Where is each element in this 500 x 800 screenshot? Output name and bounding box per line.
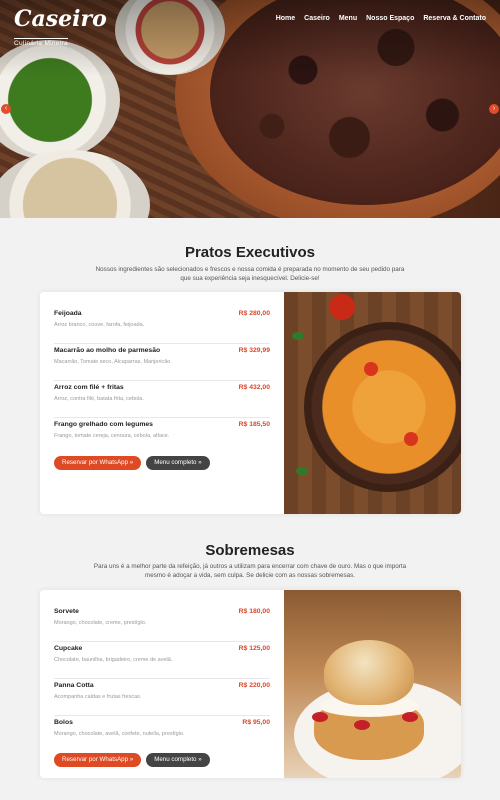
nav-item-nosso-espaco[interactable]: Nosso Espaço xyxy=(366,15,414,22)
menu-item-price: R$ 125,00 xyxy=(238,645,270,652)
sobremesas-menu-list: Sorvete R$ 180,00 Morango, chocolate, cr… xyxy=(54,606,270,754)
menu-item: Panna Cotta R$ 220,00 Acompanha caldas e… xyxy=(54,680,270,716)
strawberry xyxy=(402,712,418,722)
strawberry xyxy=(312,712,328,722)
pratos-card: Feijoada R$ 280,00 Arroz branco, couve, … xyxy=(40,292,461,514)
brand-tagline: Culinária Mineira xyxy=(14,38,68,47)
basil-leaf xyxy=(292,332,304,340)
menu-completo-button[interactable]: Menu completo » xyxy=(146,753,210,767)
menu-item-name: Panna Cotta xyxy=(54,682,94,689)
menu-item-ingredients: Arroz branco, couve, farofa, feijoada. xyxy=(54,322,145,328)
menu-item-price: R$ 329,99 xyxy=(238,347,270,354)
menu-item: Macarrão ao molho de parmesão R$ 329,99 … xyxy=(54,345,270,381)
menu-item: Sorvete R$ 180,00 Morango, chocolate, cr… xyxy=(54,606,270,642)
sobremesas-dessert-image xyxy=(284,590,461,778)
menu-item-price: R$ 220,00 xyxy=(238,682,270,689)
tomato-garnish xyxy=(329,294,355,320)
menu-item-ingredients: Morango, chocolate, avelã, confete, nute… xyxy=(54,731,185,737)
menu-item-price: R$ 280,00 xyxy=(238,310,270,317)
menu-item-ingredients: Chocolate, baunilha, brigadeiro, creme d… xyxy=(54,657,173,663)
strawberry xyxy=(354,720,370,730)
menu-item-price: R$ 185,50 xyxy=(238,421,270,428)
pratos-actions: Reservar por WhatsApp » Menu completo » xyxy=(54,456,210,470)
menu-item: Feijoada R$ 280,00 Arroz branco, couve, … xyxy=(54,308,270,344)
nav-item-caseiro[interactable]: Caseiro xyxy=(304,15,330,22)
pratos-section-title: Pratos Executivos xyxy=(184,244,316,261)
pasta-plate xyxy=(304,322,461,492)
menu-item-ingredients: Arroz, contra filé, batata frita, cebola… xyxy=(54,396,144,402)
nav-item-reserva-contato[interactable]: Reserva & Contato xyxy=(423,15,486,22)
menu-item-ingredients: Morango, chocolate, creme, prestígio. xyxy=(54,620,147,626)
pratos-menu-list: Feijoada R$ 280,00 Arroz branco, couve, … xyxy=(54,308,270,456)
menu-item-name: Cupcake xyxy=(54,645,83,652)
menu-item-name: Arroz com filé + fritas xyxy=(54,384,124,391)
pratos-section-description: Nossos ingredientes são selecionados e f… xyxy=(95,266,405,282)
menu-item-name: Bolos xyxy=(54,719,73,726)
cherry-tomato xyxy=(364,362,378,376)
reservar-whatsapp-button[interactable]: Reservar por WhatsApp » xyxy=(54,753,142,767)
menu-item: Arroz com filé + fritas R$ 432,00 Arroz,… xyxy=(54,382,270,418)
pasta-wood-background xyxy=(284,292,461,514)
sobremesas-section-title: Sobremesas xyxy=(205,542,295,559)
menu-item-name: Feijoada xyxy=(54,310,82,317)
reservar-whatsapp-button[interactable]: Reservar por WhatsApp » xyxy=(54,456,142,470)
menu-completo-button[interactable]: Menu completo » xyxy=(146,456,210,470)
cherry-tomato xyxy=(404,432,418,446)
sobremesas-section-description: Para uns é a melhor parte da refeição, j… xyxy=(93,563,407,579)
menu-item-ingredients: Frango, tomate cereja, cenoura, cebola, … xyxy=(54,433,170,439)
nav-item-menu[interactable]: Menu xyxy=(339,15,357,22)
brand-logo[interactable]: Caseiro Culinária Mineira xyxy=(14,6,107,50)
menu-item: Bolos R$ 95,00 Morango, chocolate, avelã… xyxy=(54,717,270,753)
dessert-background xyxy=(284,590,461,778)
menu-item: Cupcake R$ 125,00 Chocolate, baunilha, b… xyxy=(54,643,270,679)
menu-item-ingredients: Macarrão, Tomate seco, Alcaparras, Manje… xyxy=(54,359,172,365)
menu-item-name: Frango grelhado com legumes xyxy=(54,421,153,428)
menu-item-price: R$ 432,00 xyxy=(238,384,270,391)
pratos-pasta-image xyxy=(284,292,461,514)
menu-item-price: R$ 95,00 xyxy=(242,719,270,726)
slider-next-icon[interactable]: › xyxy=(489,104,499,114)
menu-item-name: Sorvete xyxy=(54,608,79,615)
sobremesas-card: Sorvete R$ 180,00 Morango, chocolate, cr… xyxy=(40,590,461,778)
nav-item-home[interactable]: Home xyxy=(276,15,295,22)
menu-item-ingredients: Acompanha caldas e frutas frescas. xyxy=(54,694,142,700)
main-nav: Home Caseiro Menu Nosso Espaço Reserva &… xyxy=(276,15,486,22)
brand-name: Caseiro xyxy=(14,6,107,32)
slider-prev-icon[interactable]: ‹ xyxy=(1,104,11,114)
menu-item: Frango grelhado com legumes R$ 185,50 Fr… xyxy=(54,419,270,455)
menu-item-name: Macarrão ao molho de parmesão xyxy=(54,347,161,354)
menu-item-price: R$ 180,00 xyxy=(238,608,270,615)
cream-puff-top xyxy=(324,640,414,705)
sobremesas-actions: Reservar por WhatsApp » Menu completo » xyxy=(54,753,210,767)
basil-leaf xyxy=(296,467,308,475)
